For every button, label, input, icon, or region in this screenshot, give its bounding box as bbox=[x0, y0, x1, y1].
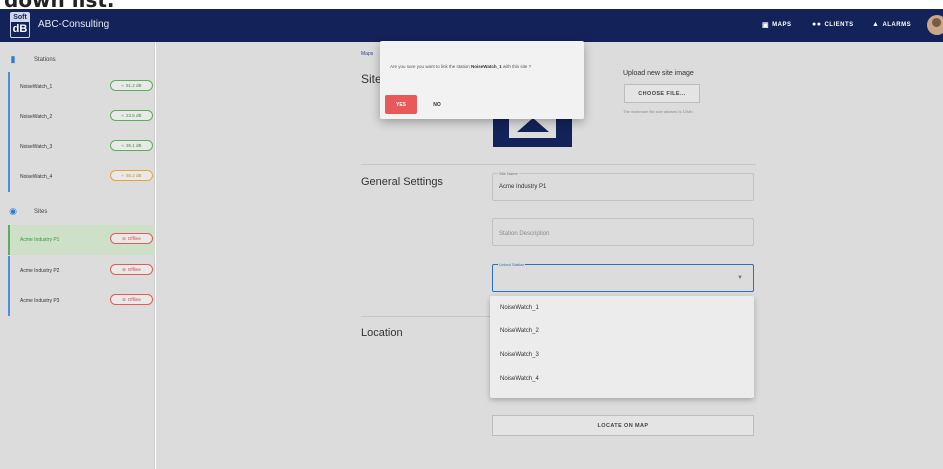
sites-heading: ◉ Sites bbox=[8, 206, 47, 217]
sites-heading-label: Sites bbox=[34, 208, 48, 215]
app-root: down list. Soft dB ABC-Consulting ▣ MAPS… bbox=[0, 0, 943, 469]
dropdown-option[interactable]: NoiseWatch_1 bbox=[500, 305, 539, 311]
nav-alarms-label: ALARMS bbox=[882, 21, 912, 28]
site-name-label: Site Name bbox=[498, 171, 519, 176]
choose-file-button[interactable]: CHOOSE FILE... bbox=[624, 84, 700, 103]
site-name: Acme Industry P2 bbox=[20, 268, 60, 274]
site-name: Acme Industry P1 bbox=[20, 237, 60, 243]
status-badge: ≈55.2 dB bbox=[110, 170, 153, 181]
map-marker-icon: ◉ bbox=[9, 206, 17, 216]
status-badge: ≈23.5 dB bbox=[110, 110, 153, 121]
dialog-msg-pre: Are you sure you want to link the statio… bbox=[390, 64, 472, 69]
clients-icon: ●● bbox=[812, 21, 822, 28]
status-badge: ≈36.1 dB bbox=[110, 140, 153, 151]
status-badge: ⊘ Offline bbox=[110, 294, 153, 305]
nav-clients[interactable]: ●● CLIENTS bbox=[812, 21, 854, 28]
thermometer-icon: ▮ bbox=[10, 54, 16, 64]
station-name: NoiseWatch_4 bbox=[20, 174, 53, 180]
logo-top-text: Soft bbox=[11, 13, 29, 22]
station-name: NoiseWatch_2 bbox=[20, 114, 53, 120]
sidebar-site-item[interactable]: Acme Industry P2 ⊘ Offline bbox=[8, 256, 155, 286]
location-title: Location bbox=[361, 327, 403, 339]
no-wifi-icon: ⊘ bbox=[122, 266, 126, 272]
divider bbox=[361, 316, 492, 317]
status-badge: ⊘ Offline bbox=[110, 264, 153, 275]
station-description-field[interactable]: Station Description bbox=[492, 218, 754, 246]
sidebar: ▮ Stations NoiseWatch_1 ≈51.2 dB NoiseWa… bbox=[0, 42, 155, 469]
status-text: Offline bbox=[127, 297, 141, 302]
dialog-message: Are you sure you want to link the statio… bbox=[390, 62, 570, 72]
breadcrumb[interactable]: Maps bbox=[361, 51, 373, 57]
page-title: Site bbox=[361, 72, 382, 86]
sidebar-station-item[interactable]: NoiseWatch_2 ≈23.5 dB bbox=[8, 102, 155, 132]
softdb-logo[interactable]: Soft dB bbox=[10, 12, 30, 38]
wifi-icon: ≈ bbox=[121, 173, 124, 178]
site-name-value: Acme Industry P1 bbox=[499, 184, 547, 190]
status-text: 55.2 dB bbox=[125, 173, 142, 178]
sidebar-site-item[interactable]: Acme Industry P1 ⊘ Offline bbox=[8, 225, 155, 255]
status-text: Offline bbox=[127, 236, 141, 241]
cropped-caption-text: down list. bbox=[4, 0, 115, 9]
nav-alarms[interactable]: ▲ ALARMS bbox=[872, 21, 911, 28]
no-button[interactable]: NO bbox=[424, 95, 450, 114]
status-text: 23.5 dB bbox=[125, 113, 142, 118]
user-avatar[interactable] bbox=[927, 15, 943, 35]
status-badge: ⊘ Offline bbox=[110, 233, 153, 244]
logo-bottom-text: dB bbox=[12, 23, 28, 35]
app-bar: Soft dB ABC-Consulting ▣ MAPS ●● CLIENTS… bbox=[0, 9, 943, 42]
org-name: ABC-Consulting bbox=[38, 19, 110, 30]
no-wifi-icon: ⊘ bbox=[122, 235, 126, 241]
status-text: Offline bbox=[127, 267, 141, 272]
linked-station-select[interactable]: Linked Station ▼ bbox=[492, 262, 754, 292]
wifi-icon: ≈ bbox=[121, 113, 124, 118]
sidebar-site-item[interactable]: Acme Industry P3 ⊘ Offline bbox=[8, 286, 155, 316]
divider bbox=[361, 164, 756, 165]
site-name: Acme Industry P3 bbox=[20, 298, 60, 304]
dropdown-option[interactable]: NoiseWatch_4 bbox=[500, 376, 539, 382]
dialog-msg-station: NoiseWatch_1 bbox=[471, 64, 502, 69]
linked-station-dropdown: NoiseWatch_1 NoiseWatch_2 NoiseWatch_3 N… bbox=[490, 296, 754, 398]
status-text: 51.2 dB bbox=[125, 83, 142, 88]
yes-button[interactable]: YES bbox=[385, 95, 417, 114]
map-icon: ▣ bbox=[762, 22, 770, 29]
wifi-icon: ≈ bbox=[121, 83, 124, 88]
status-badge: ≈51.2 dB bbox=[110, 80, 153, 91]
sidebar-station-item[interactable]: NoiseWatch_3 ≈36.1 dB bbox=[8, 132, 155, 162]
dropdown-option[interactable]: NoiseWatch_3 bbox=[500, 352, 539, 358]
bell-icon: ▲ bbox=[872, 21, 880, 28]
sidebar-station-item[interactable]: NoiseWatch_1 ≈51.2 dB bbox=[8, 72, 155, 102]
no-wifi-icon: ⊘ bbox=[122, 296, 126, 302]
locate-on-map-button[interactable]: LOCATE ON MAP bbox=[492, 415, 754, 436]
station-name: NoiseWatch_3 bbox=[20, 144, 53, 150]
station-name: NoiseWatch_1 bbox=[20, 84, 53, 90]
linked-station-label: Linked Station bbox=[498, 262, 526, 267]
dropdown-option[interactable]: NoiseWatch_2 bbox=[500, 328, 539, 334]
sidebar-station-item[interactable]: NoiseWatch_4 ≈55.2 dB bbox=[8, 162, 155, 192]
wifi-icon: ≈ bbox=[121, 143, 124, 148]
stations-heading-label: Stations bbox=[34, 56, 56, 63]
description-placeholder: Station Description bbox=[499, 231, 550, 237]
stations-heading: ▮ Stations bbox=[8, 54, 56, 65]
chevron-down-icon[interactable]: ▼ bbox=[737, 275, 743, 281]
general-settings-title: General Settings bbox=[361, 176, 443, 188]
upload-note: The maximum file size allowed is 10Mb. bbox=[623, 109, 694, 114]
nav-maps[interactable]: ▣ MAPS bbox=[762, 21, 791, 29]
status-text: 36.1 dB bbox=[125, 143, 142, 148]
cropped-caption: down list. bbox=[0, 0, 943, 9]
confirm-dialog: Are you sure you want to link the statio… bbox=[380, 41, 584, 119]
site-name-field[interactable]: Site Name Acme Industry P1 bbox=[492, 171, 754, 201]
upload-title: Upload new site image bbox=[623, 70, 694, 77]
nav-clients-label: CLIENTS bbox=[824, 21, 854, 28]
nav-maps-label: MAPS bbox=[772, 22, 792, 28]
dialog-msg-post: with this site ? bbox=[501, 64, 532, 69]
